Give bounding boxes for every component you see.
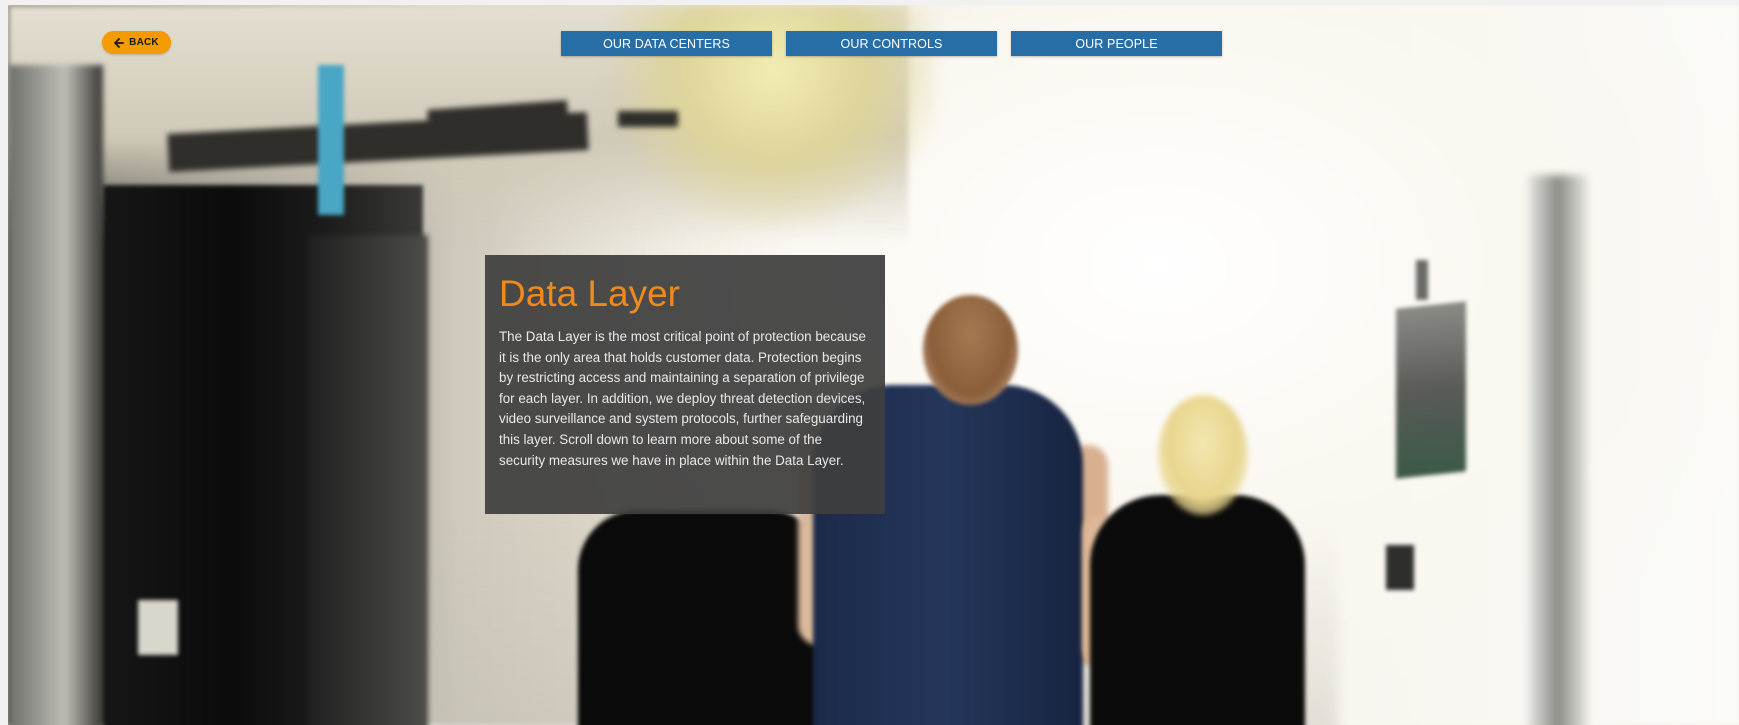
tab-our-controls[interactable]: OUR CONTROLS [786,31,997,56]
person-head [923,295,1018,405]
info-panel: Data Layer The Data Layer is the most cr… [485,255,885,514]
back-button-label: BACK [129,37,159,48]
blue-pipe [318,65,344,215]
left-wall [8,65,103,725]
right-pillar [1528,175,1588,725]
panel-title: Data Layer [499,273,680,314]
hero-section: BACK OUR DATA CENTERS OUR CONTROLS OUR P… [8,5,1739,725]
person-right [1090,495,1305,725]
back-button[interactable]: BACK [102,31,171,54]
top-nav: OUR DATA CENTERS OUR CONTROLS OUR PEOPLE [561,31,1222,56]
tab-our-people[interactable]: OUR PEOPLE [1011,31,1222,56]
wall-poster [1396,301,1466,479]
wall-clip [1416,260,1428,300]
door-handle [1386,545,1414,590]
ceiling-beam [618,111,678,127]
tab-our-data-centers[interactable]: OUR DATA CENTERS [561,31,772,56]
arrow-left-icon [114,37,125,48]
person-head [1158,395,1248,515]
rack-label [138,600,178,655]
server-rack [308,235,428,725]
person-left [578,510,828,725]
panel-description: The Data Layer is the most critical poin… [499,329,866,468]
